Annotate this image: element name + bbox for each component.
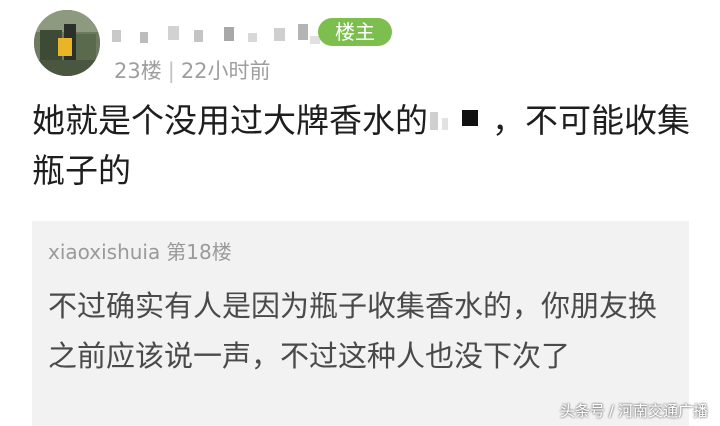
quote-floor: 第18楼 <box>166 240 232 264</box>
op-badge: 楼主 <box>318 18 392 46</box>
meta-divider: | <box>167 59 175 83</box>
quote-text: 不过确实有人是因为瓶子收集香水的，你朋友换之前应该说一声，不过这种人也没下次了 <box>48 289 658 373</box>
watermark-divider: / <box>608 402 614 420</box>
watermark-platform: 头条号 <box>559 402 605 420</box>
avatar[interactable] <box>34 10 100 76</box>
quote-author[interactable]: xiaoxishuia <box>48 240 160 264</box>
post-meta: 23楼 | 22小时前 <box>114 56 271 86</box>
avatar-image <box>34 10 100 76</box>
comment-text-part-1: 她就是个没用过大牌香水的 <box>32 101 428 140</box>
comment-text: 她就是个没用过大牌香水的 ，不可能收集瓶子的 <box>32 96 692 196</box>
censored-word <box>428 108 492 134</box>
floor-number: 23楼 <box>114 59 162 83</box>
watermark-source: 河南交通广播 <box>617 402 708 420</box>
watermark: 头条号 / 河南交通广播 <box>560 400 708 422</box>
username-redacted <box>112 24 322 46</box>
quoted-reply[interactable]: xiaoxishuia 第18楼 不过确实有人是因为瓶子收集香水的，你朋友换之前应… <box>32 221 689 426</box>
post-time: 22小时前 <box>180 59 271 83</box>
quote-header: xiaoxishuia 第18楼 <box>48 237 232 267</box>
comment-screenshot: 楼主 23楼 | 22小时前 她就是个没用过大牌香水的 ，不可能收集瓶子的 xiaox… <box>0 0 720 426</box>
